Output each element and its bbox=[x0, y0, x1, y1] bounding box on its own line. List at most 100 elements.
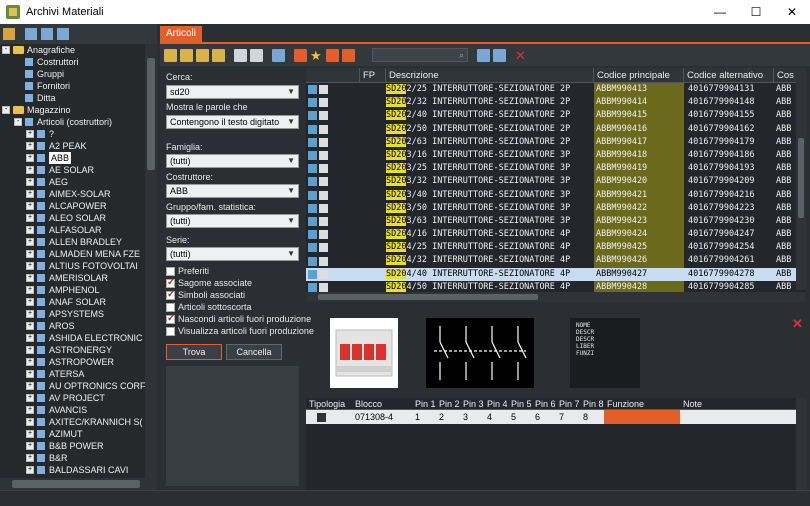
expand-icon[interactable]: + bbox=[26, 226, 34, 234]
expand-icon[interactable]: + bbox=[26, 466, 34, 474]
tree-item[interactable]: + AU OPTRONICS CORF bbox=[0, 380, 157, 392]
tree-item[interactable]: + ASTROPOWER bbox=[0, 356, 157, 368]
duplicate-article-icon[interactable] bbox=[196, 48, 209, 62]
expand-icon[interactable]: + bbox=[26, 190, 34, 198]
expand-icon[interactable]: + bbox=[26, 322, 34, 330]
checkbox-icon[interactable] bbox=[166, 326, 175, 336]
col-descrizione[interactable]: Descrizione bbox=[386, 68, 594, 82]
pins-col-header[interactable]: Pin 7 bbox=[556, 398, 580, 409]
close-preview-icon[interactable]: ✕ bbox=[792, 316, 803, 332]
table-row[interactable]: SD202/40 INTERRUTTORE-SEZIONATORE 2P ABBM… bbox=[306, 109, 806, 123]
pins-col-header[interactable]: Pin 2 bbox=[436, 398, 460, 409]
tree-item[interactable]: - Anagrafiche bbox=[0, 44, 157, 56]
table-row[interactable]: SD203/63 INTERRUTTORE-SEZIONATORE 3P ABBM… bbox=[306, 214, 806, 229]
tree-item[interactable]: Gruppi bbox=[0, 68, 157, 80]
table-row[interactable]: SD202/25 INTERRUTTORE-SEZIONATORE 2P ABBM… bbox=[306, 83, 806, 97]
table-row[interactable]: SD203/40 INTERRUTTORE-SEZIONATORE 3P ABBM… bbox=[306, 188, 806, 202]
table-row[interactable]: SD204/32 INTERRUTTORE-SEZIONATORE 4P ABBM… bbox=[306, 254, 806, 268]
tree-item[interactable]: +? bbox=[0, 128, 157, 140]
pins-col-header[interactable]: Pin 8 bbox=[580, 398, 604, 409]
table-row[interactable]: SD204/25 INTERRUTTORE-SEZIONATORE 4P ABBM… bbox=[306, 241, 806, 255]
tree-item[interactable]: + ASHIDA ELECTRONIC bbox=[0, 332, 157, 344]
tree-item[interactable]: Costruttori bbox=[0, 56, 157, 68]
tree-item[interactable]: + AVANCIS bbox=[0, 404, 157, 416]
filter-favorite-icon[interactable] bbox=[326, 48, 339, 62]
expand-icon[interactable]: + bbox=[26, 418, 34, 426]
tree-item[interactable]: + AXITEC/KRANNICH S( bbox=[0, 416, 157, 428]
tree-item[interactable]: + AE SOLAR bbox=[0, 164, 157, 176]
mostra-select[interactable]: Contengono il testo digitato ▼ bbox=[166, 115, 299, 129]
columns-view-icon[interactable] bbox=[41, 28, 53, 40]
tree-item[interactable]: + AMERISOLAR bbox=[0, 272, 157, 284]
tree-item[interactable]: + BALDASSARI CAVI bbox=[0, 464, 157, 476]
tree-item[interactable]: + ASTRONERGY bbox=[0, 344, 157, 356]
pins-col-header[interactable]: Tipologia bbox=[306, 398, 352, 409]
expand-icon[interactable]: + bbox=[26, 346, 34, 354]
tree-item[interactable]: Fornitori bbox=[0, 80, 157, 92]
tree-item[interactable]: + A2 PEAK bbox=[0, 140, 157, 152]
refresh-icon[interactable] bbox=[477, 48, 490, 62]
expand-icon[interactable]: + bbox=[26, 262, 34, 270]
table-row[interactable]: SD203/50 INTERRUTTORE-SEZIONATORE 3P ABBM… bbox=[306, 201, 806, 215]
col-fp[interactable]: FP bbox=[360, 68, 386, 82]
cerca-input[interactable]: sd20 ▼ bbox=[166, 85, 299, 99]
filter-checkbox[interactable]: Visualizza articoli fuori produzione bbox=[166, 325, 314, 337]
new-article-icon[interactable] bbox=[164, 48, 177, 62]
export-icon[interactable] bbox=[272, 48, 285, 62]
tree-item[interactable]: - Articoli (costruttori) bbox=[0, 116, 157, 128]
table-row[interactable]: SD202/63 INTERRUTTORE-SEZIONATORE 2P ABBM… bbox=[306, 135, 806, 149]
pins-col-header[interactable]: Pin 3 bbox=[460, 398, 484, 409]
table-row[interactable]: SD204/40 INTERRUTTORE-SEZIONATORE 4P ABBM… bbox=[306, 267, 806, 281]
filter-checkbox[interactable]: Simboli associati bbox=[166, 289, 245, 301]
tree-item[interactable]: + ALMADEN MENA FZE bbox=[0, 248, 157, 260]
expand-icon[interactable]: + bbox=[26, 130, 34, 138]
table-row[interactable]: SD202/50 INTERRUTTORE-SEZIONATORE 2P ABBM… bbox=[306, 122, 806, 136]
tree-item[interactable]: + B&R bbox=[0, 452, 157, 464]
collapse-icon[interactable]: - bbox=[2, 106, 10, 114]
col-codice-alternativo[interactable]: Codice alternativo bbox=[684, 68, 774, 82]
tree-item[interactable]: + AMPHENOL bbox=[0, 284, 157, 296]
filter-checkbox[interactable]: Sagome associate bbox=[166, 277, 252, 289]
pins-vertical-scrollbar[interactable] bbox=[796, 398, 806, 490]
expand-icon[interactable]: + bbox=[26, 214, 34, 222]
minimize-button[interactable]: — bbox=[702, 0, 738, 24]
tree-item[interactable]: + ALCAPOWER bbox=[0, 200, 157, 212]
expand-icon[interactable]: + bbox=[26, 250, 34, 258]
expand-icon[interactable]: + bbox=[26, 430, 34, 438]
tree-item[interactable]: Ditta bbox=[0, 92, 157, 104]
tree-item[interactable]: + AZIMUT bbox=[0, 428, 157, 440]
filter-icon[interactable] bbox=[294, 48, 307, 62]
collapse-icon[interactable]: - bbox=[2, 46, 10, 54]
columns-icon[interactable] bbox=[493, 48, 506, 62]
expand-icon[interactable]: + bbox=[26, 334, 34, 342]
expand-icon[interactable]: + bbox=[26, 442, 34, 450]
table-row[interactable]: SD203/25 INTERRUTTORE-SEZIONATORE 3P ABBM… bbox=[306, 162, 806, 176]
expand-icon[interactable]: + bbox=[26, 142, 34, 150]
gruppo-select[interactable]: (tutti) ▼ bbox=[166, 214, 299, 228]
cell-funzione[interactable] bbox=[604, 410, 680, 424]
favorite-star-icon[interactable]: ★ bbox=[310, 49, 323, 62]
pins-col-header[interactable]: Note bbox=[680, 398, 780, 409]
filter-checkbox[interactable]: Nascondi articoli fuori produzione bbox=[166, 313, 311, 325]
tree-item[interactable]: + ALEO SOLAR bbox=[0, 212, 157, 224]
expand-icon[interactable]: + bbox=[26, 286, 34, 294]
famiglia-select[interactable]: (tutti) ▼ bbox=[166, 154, 299, 168]
tree-item[interactable]: + ALLEN BRADLEY bbox=[0, 236, 157, 248]
expand-icon[interactable]: + bbox=[26, 238, 34, 246]
tree-item[interactable]: + ABB bbox=[0, 152, 157, 164]
tree-item[interactable]: + AROS bbox=[0, 320, 157, 332]
table-row[interactable]: SD203/32 INTERRUTTORE-SEZIONATORE 3P ABBM… bbox=[306, 175, 806, 189]
tree-item[interactable]: + AIMEX-SOLAR bbox=[0, 188, 157, 200]
tree-item[interactable]: - Magazzino bbox=[0, 104, 157, 116]
table-row[interactable]: SD202/32 INTERRUTTORE-SEZIONATORE 2P ABBM… bbox=[306, 96, 806, 110]
pins-col-header[interactable]: Pin 4 bbox=[484, 398, 508, 409]
table-row[interactable]: SD203/16 INTERRUTTORE-SEZIONATORE 3P ABBM… bbox=[306, 148, 806, 163]
tree-item[interactable]: + B&B POWER bbox=[0, 440, 157, 452]
expand-icon[interactable]: + bbox=[26, 202, 34, 210]
filter-clear-icon[interactable] bbox=[342, 48, 355, 62]
trova-button[interactable]: Trova bbox=[166, 344, 222, 360]
edit-article-icon[interactable] bbox=[180, 48, 193, 62]
pins-col-header[interactable]: Blocco bbox=[352, 398, 412, 409]
expand-icon[interactable]: + bbox=[26, 178, 34, 186]
collapse-icon[interactable]: - bbox=[14, 118, 22, 126]
